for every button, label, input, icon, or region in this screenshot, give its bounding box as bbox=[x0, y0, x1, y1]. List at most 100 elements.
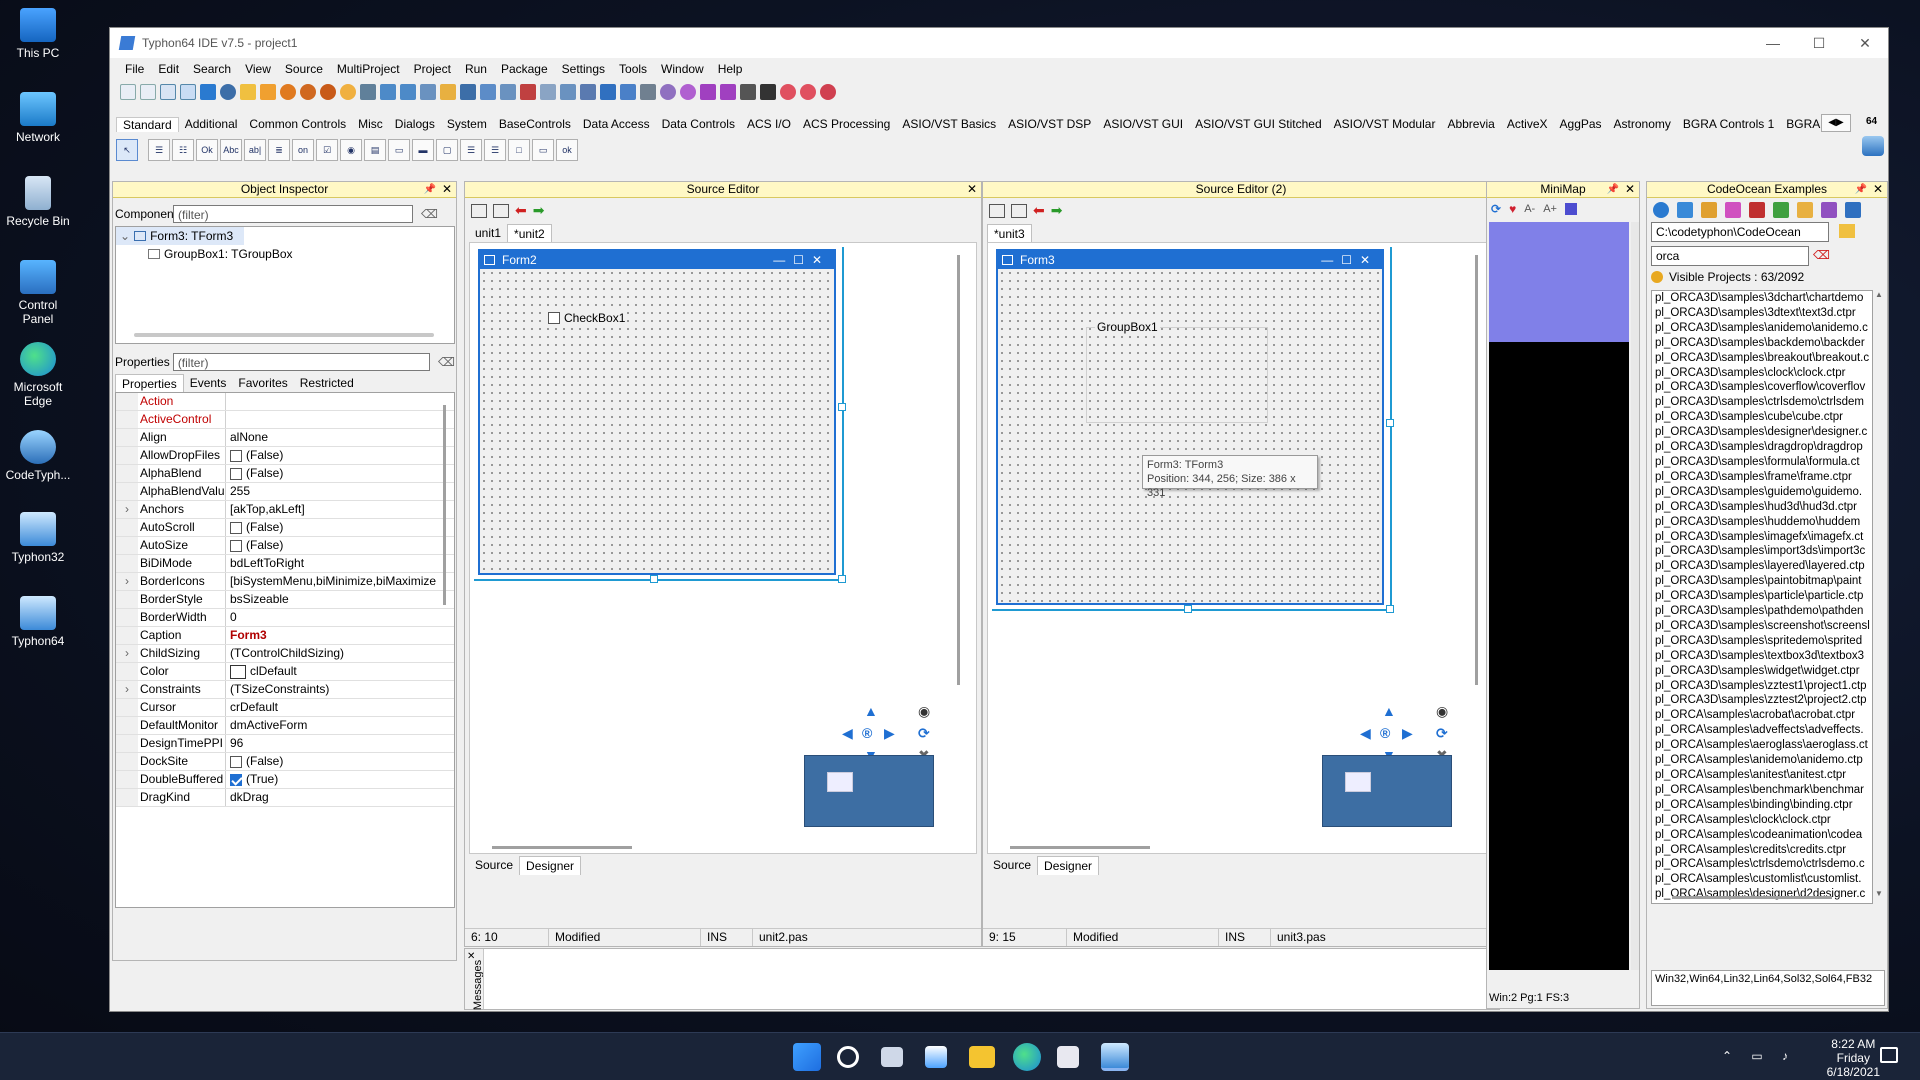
close-icon[interactable]: ✕ bbox=[442, 182, 452, 197]
open-icon[interactable] bbox=[180, 84, 196, 100]
list-item[interactable]: pl_ORCA3D\samples\breakout\breakout.c bbox=[1655, 351, 1872, 366]
groupbox-component-icon[interactable]: ▢ bbox=[436, 139, 458, 161]
resize-handle[interactable] bbox=[650, 575, 658, 583]
desktop-icon-network[interactable]: Network bbox=[4, 92, 72, 144]
palette-tab[interactable]: Data Access bbox=[577, 117, 656, 131]
pin-icon[interactable]: 📌 bbox=[1607, 182, 1619, 197]
run-icon[interactable] bbox=[1725, 202, 1741, 218]
toggle-form-icon[interactable] bbox=[460, 84, 476, 100]
list-item[interactable]: pl_ORCA3D\samples\designer\designer.c bbox=[1655, 425, 1872, 440]
tab-favorites[interactable]: Favorites bbox=[232, 374, 293, 393]
list-vertical-scrollbar[interactable]: ▲ ▼ bbox=[1873, 290, 1885, 904]
tab-unit2[interactable]: *unit2 bbox=[507, 224, 552, 243]
components-filter-input[interactable]: (filter) bbox=[173, 205, 413, 223]
desktop-icon-control-panel[interactable]: Control Panel bbox=[4, 260, 72, 326]
property-row-caption[interactable]: Caption Form3 bbox=[116, 627, 454, 645]
list-item[interactable]: pl_ORCA3D\samples\textbox3d\textbox3 bbox=[1655, 649, 1872, 664]
menu-view[interactable]: View bbox=[238, 62, 278, 76]
palette-tab[interactable]: BaseControls bbox=[493, 117, 577, 131]
form-designer-grid[interactable]: GroupBox1 Form3: TForm3 Position: 344, 2… bbox=[998, 269, 1382, 603]
property-grid-scrollbar[interactable] bbox=[443, 405, 446, 605]
move-right-icon[interactable]: ▶ bbox=[1402, 725, 1413, 742]
tab-properties[interactable]: Properties bbox=[115, 374, 184, 393]
add-file-icon[interactable] bbox=[380, 84, 396, 100]
package-icon[interactable] bbox=[280, 84, 296, 100]
palette-tab[interactable]: AggPas bbox=[1554, 117, 1608, 131]
form-preview-thumbnail[interactable] bbox=[804, 755, 934, 827]
property-value[interactable]: (TSizeConstraints) bbox=[226, 681, 454, 698]
palette-tab[interactable]: Astronomy bbox=[1608, 117, 1677, 131]
store-icon[interactable] bbox=[1057, 1046, 1079, 1068]
debug-icon[interactable] bbox=[680, 84, 696, 100]
property-value[interactable]: (TControlChildSizing) bbox=[226, 645, 454, 662]
widgets-icon[interactable] bbox=[925, 1046, 947, 1068]
list-item[interactable]: pl_ORCA3D\samples\3dtext\text3d.ctpr bbox=[1655, 306, 1872, 321]
desktop-icon-edge[interactable]: Microsoft Edge bbox=[4, 342, 72, 408]
memo-component-icon[interactable]: ≣ bbox=[268, 139, 290, 161]
compile-icon[interactable] bbox=[320, 84, 336, 100]
property-row-borderstyle[interactable]: BorderStyle bsSizeable bbox=[116, 591, 454, 609]
tab-events[interactable]: Events bbox=[184, 374, 233, 393]
expand-icon[interactable]: › bbox=[116, 681, 138, 698]
list-item[interactable]: pl_ORCA\samples\customlist\customlist. bbox=[1655, 872, 1872, 887]
database-icon[interactable] bbox=[580, 84, 596, 100]
list-item[interactable]: pl_ORCA3D\samples\zztest2\project2.ctp bbox=[1655, 693, 1872, 708]
vertical-scrollbar[interactable] bbox=[957, 255, 960, 685]
code-explorer-icon[interactable] bbox=[480, 84, 496, 100]
tab-restricted[interactable]: Restricted bbox=[294, 374, 360, 393]
label-component-icon[interactable]: Abc bbox=[220, 139, 242, 161]
pin-icon[interactable]: 📌 bbox=[424, 182, 436, 197]
step-into-icon[interactable] bbox=[780, 84, 796, 100]
palette-tab[interactable]: ACS I/O bbox=[741, 117, 797, 131]
checkbox-unchecked[interactable] bbox=[230, 539, 242, 552]
tab-source[interactable]: Source bbox=[469, 856, 519, 875]
move-left-icon[interactable]: ◀ bbox=[1360, 725, 1371, 742]
new-file-icon[interactable] bbox=[120, 84, 136, 100]
open-file-icon[interactable] bbox=[471, 203, 487, 218]
new-unit-icon[interactable] bbox=[140, 84, 156, 100]
list-item[interactable]: pl_ORCA3D\samples\frame\frame.ctpr bbox=[1655, 470, 1872, 485]
list-item[interactable]: pl_ORCA\samples\codeanimation\codea bbox=[1655, 828, 1872, 843]
property-row-alphablendvalue[interactable]: AlphaBlendValu 255 bbox=[116, 483, 454, 501]
codeocean-path-input[interactable]: C:\codetyphon\CodeOcean bbox=[1651, 222, 1829, 242]
checkbox-unchecked[interactable] bbox=[230, 521, 242, 534]
list-item[interactable]: pl_ORCA\samples\clock\clock.ctpr bbox=[1655, 813, 1872, 828]
designer-icon[interactable] bbox=[540, 84, 556, 100]
list-item[interactable]: pl_ORCA3D\samples\huddemo\huddem bbox=[1655, 515, 1872, 530]
close-icon[interactable]: ✕ bbox=[1873, 182, 1883, 197]
settings-icon[interactable] bbox=[660, 84, 676, 100]
property-row-childsizing[interactable]: › ChildSizing (TControlChildSizing) bbox=[116, 645, 454, 663]
run-icon[interactable] bbox=[700, 84, 716, 100]
open-project-icon[interactable] bbox=[1677, 202, 1693, 218]
property-row-color[interactable]: Color clDefault bbox=[116, 663, 454, 681]
list-item[interactable]: pl_ORCA3D\samples\pathdemo\pathden bbox=[1655, 604, 1872, 619]
property-row-autosize[interactable]: AutoSize (False) bbox=[116, 537, 454, 555]
minimize-button[interactable]: — bbox=[1750, 35, 1796, 52]
list-item[interactable]: pl_ORCA3D\samples\coverflow\coverflov bbox=[1655, 380, 1872, 395]
scroll-down-icon[interactable]: ▼ bbox=[1873, 889, 1885, 898]
list-item[interactable]: pl_ORCA\samples\anitest\anitest.ctpr bbox=[1655, 768, 1872, 783]
minimap-scrollbar[interactable] bbox=[1631, 222, 1639, 970]
list-item[interactable]: pl_ORCA3D\samples\import3ds\import3c bbox=[1655, 544, 1872, 559]
property-value[interactable]: Form3 bbox=[226, 627, 454, 644]
resize-handle[interactable] bbox=[1386, 419, 1394, 427]
pointer-tool-icon[interactable]: ↖ bbox=[116, 139, 138, 161]
property-value[interactable] bbox=[226, 393, 454, 410]
palette-tab[interactable]: ASIO/VST Modular bbox=[1328, 117, 1442, 131]
new-form-icon[interactable] bbox=[160, 84, 176, 100]
property-row-bordericons[interactable]: › BorderIcons [biSystemMenu,biMinimize,biM… bbox=[116, 573, 454, 591]
palette-tab[interactable]: System bbox=[441, 117, 493, 131]
list-item[interactable]: pl_ORCA3D\samples\spritedemo\sprited bbox=[1655, 634, 1872, 649]
forward-arrow-icon[interactable]: ➡ bbox=[1051, 202, 1063, 219]
menu-run[interactable]: Run bbox=[458, 62, 494, 76]
desktop-icon-recycle-bin[interactable]: Recycle Bin bbox=[4, 176, 72, 228]
list-item[interactable]: pl_ORCA3D\samples\screenshot\screensl bbox=[1655, 619, 1872, 634]
form-preview-thumbnail[interactable] bbox=[1322, 755, 1452, 827]
property-value[interactable]: bdLeftToRight bbox=[226, 555, 454, 572]
property-value[interactable] bbox=[226, 411, 454, 428]
property-value[interactable]: dkDrag bbox=[226, 789, 454, 806]
desktop-icon-typhon64[interactable]: Typhon64 bbox=[4, 596, 72, 648]
view-units-icon[interactable] bbox=[420, 84, 436, 100]
folder-icon[interactable] bbox=[1839, 224, 1855, 238]
property-row-docksite[interactable]: DockSite (False) bbox=[116, 753, 454, 771]
